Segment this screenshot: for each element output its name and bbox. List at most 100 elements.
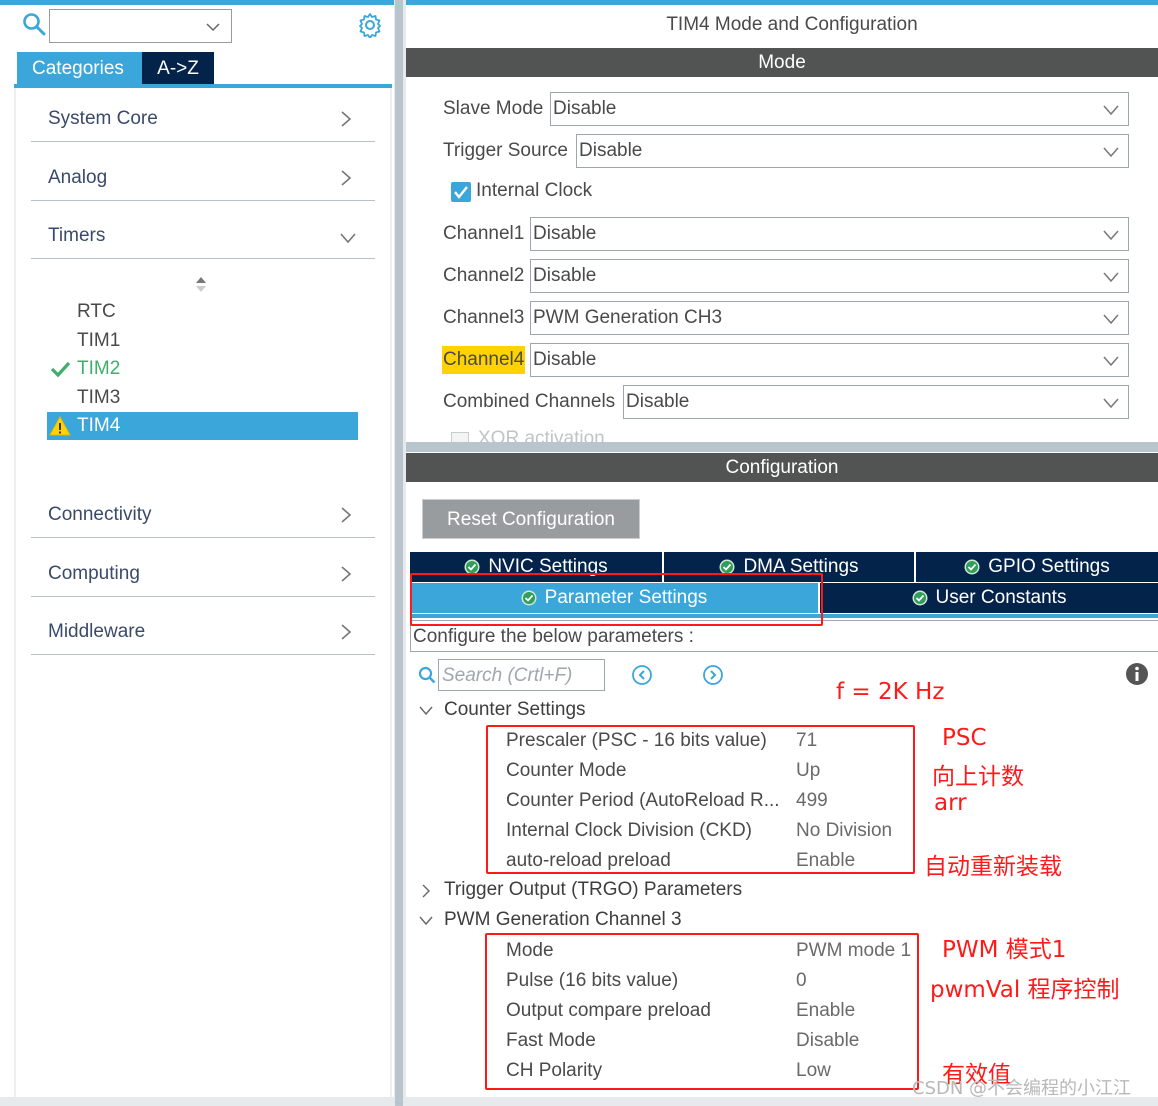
- chevron-down-icon: [1103, 398, 1119, 409]
- param-name: Fast Mode: [506, 1030, 596, 1051]
- param-value[interactable]: Up: [796, 760, 820, 782]
- category-system-core[interactable]: System Core: [31, 98, 375, 142]
- chevron-down-icon: [1103, 230, 1119, 241]
- info-icon[interactable]: [1125, 662, 1149, 686]
- trigger-source-select[interactable]: Disable: [576, 134, 1129, 168]
- chevron-down-icon: [419, 706, 433, 716]
- param-row[interactable]: CH Polarity Low: [506, 1058, 926, 1086]
- tab-categories[interactable]: Categories: [17, 52, 142, 85]
- channel4-select[interactable]: Disable: [530, 343, 1129, 377]
- timer-label: TIM1: [77, 330, 121, 351]
- channel2-select[interactable]: Disable: [530, 259, 1129, 293]
- channel3-select[interactable]: PWM Generation CH3: [530, 301, 1129, 335]
- configure-hint-box: Configure the below parameters :: [410, 620, 1158, 652]
- section-divider[interactable]: [406, 442, 1158, 452]
- param-row[interactable]: Pulse (16 bits value) 0: [506, 968, 926, 996]
- trigger-source-row: Trigger Source Disable: [443, 134, 1129, 168]
- param-row[interactable]: Prescaler (PSC - 16 bits value) 71: [506, 728, 926, 756]
- param-name: Mode: [506, 940, 554, 961]
- check-circle-icon: [964, 559, 980, 575]
- category-middleware[interactable]: Middleware: [31, 611, 375, 655]
- select-value: Disable: [533, 265, 597, 286]
- check-circle-icon: [719, 559, 735, 575]
- param-row[interactable]: Output compare preload Enable: [506, 998, 926, 1026]
- param-row[interactable]: Counter Period (AutoReload R... 499: [506, 788, 926, 816]
- mode-section-header[interactable]: Mode: [406, 48, 1158, 77]
- param-row[interactable]: Mode PWM mode 1: [506, 938, 926, 966]
- category-label: Analog: [48, 167, 108, 188]
- param-row[interactable]: auto-reload preload Enable: [506, 848, 926, 876]
- config-tabs-row1: NVIC Settings DMA Settings GPIO Settings: [410, 552, 1158, 582]
- chevron-right-icon: [341, 507, 352, 523]
- check-circle-icon: [521, 590, 537, 606]
- previous-icon[interactable]: [631, 664, 653, 686]
- slave-mode-label: Slave Mode: [443, 98, 544, 119]
- tab-gpio-settings[interactable]: GPIO Settings: [916, 552, 1158, 582]
- tab-label: DMA Settings: [743, 556, 859, 577]
- next-icon[interactable]: [702, 664, 724, 686]
- param-value[interactable]: No Division: [796, 820, 892, 842]
- left-bottom-border: [0, 1097, 394, 1106]
- tab-dma-settings[interactable]: DMA Settings: [664, 552, 916, 582]
- select-value: Disable: [579, 140, 643, 161]
- chevron-down-icon: [1103, 147, 1119, 158]
- param-value[interactable]: Enable: [796, 850, 855, 872]
- param-value[interactable]: 499: [796, 790, 828, 812]
- timer-item-tim2[interactable]: TIM2: [47, 355, 358, 383]
- tab-nvic-settings[interactable]: NVIC Settings: [410, 552, 664, 582]
- stm32cubemx-window: Categories A->Z System Core Analog Timer…: [0, 0, 1158, 1106]
- search-icon[interactable]: [22, 12, 46, 36]
- category-computing[interactable]: Computing: [31, 553, 375, 597]
- tab-parameter-settings[interactable]: Parameter Settings: [410, 583, 820, 613]
- param-value[interactable]: 71: [796, 730, 817, 752]
- param-name: Internal Clock Division (CKD): [506, 820, 753, 841]
- category-timers[interactable]: Timers: [31, 215, 375, 259]
- param-value[interactable]: Low: [796, 1060, 831, 1082]
- chevron-down-icon[interactable]: [205, 19, 221, 35]
- param-name: Pulse (16 bits value): [506, 970, 679, 991]
- peripheral-search-combo[interactable]: [49, 9, 232, 43]
- param-name: auto-reload preload: [506, 850, 671, 871]
- parameter-search-input[interactable]: Search (Crtl+F): [438, 659, 605, 691]
- param-row[interactable]: Fast Mode Disable: [506, 1028, 926, 1056]
- tab-user-constants[interactable]: User Constants: [820, 583, 1158, 613]
- param-value[interactable]: 0: [796, 970, 807, 992]
- xor-activation-label: XOR activation: [478, 428, 605, 442]
- timer-item-tim1[interactable]: TIM1: [47, 327, 358, 355]
- channel1-row: Channel1 Disable: [443, 217, 1129, 251]
- param-value[interactable]: PWM mode 1: [796, 940, 911, 962]
- category-analog[interactable]: Analog: [31, 157, 375, 201]
- select-value: Disable: [553, 98, 617, 119]
- chevron-down-icon: [1103, 105, 1119, 116]
- tab-a-to-z[interactable]: A->Z: [142, 52, 214, 85]
- configuration-section-header[interactable]: Configuration: [406, 453, 1158, 482]
- panel-splitter[interactable]: [394, 0, 406, 1106]
- timer-item-rtc[interactable]: RTC: [47, 298, 358, 326]
- channel1-select[interactable]: Disable: [530, 217, 1129, 251]
- timer-label: TIM4: [77, 415, 121, 436]
- annotation-pwm-mode: PWM 模式1: [942, 937, 1067, 963]
- param-row[interactable]: Counter Mode Up: [506, 758, 926, 786]
- timer-item-tim4[interactable]: TIM4: [47, 412, 358, 440]
- group-label: PWM Generation Channel 3: [444, 909, 682, 930]
- slave-mode-select[interactable]: Disable: [550, 92, 1129, 126]
- param-row[interactable]: Internal Clock Division (CKD) No Divisio…: [506, 818, 926, 846]
- select-value: Disable: [626, 391, 690, 412]
- reset-configuration-button[interactable]: Reset Configuration: [422, 499, 640, 539]
- tab-label: Parameter Settings: [544, 587, 708, 608]
- timer-item-tim3[interactable]: TIM3: [47, 384, 358, 412]
- param-name: CH Polarity: [506, 1060, 603, 1081]
- param-value[interactable]: Enable: [796, 1000, 855, 1022]
- internal-clock-checkbox[interactable]: [451, 182, 471, 202]
- combined-channels-label: Combined Channels: [443, 391, 616, 412]
- chevron-right-icon: [341, 566, 352, 582]
- combined-channels-select[interactable]: Disable: [623, 385, 1129, 419]
- sort-icon[interactable]: [194, 275, 208, 295]
- channel4-label: Channel4: [442, 346, 526, 374]
- splitter-handle[interactable]: [395, 0, 403, 1106]
- gear-icon[interactable]: [357, 12, 383, 38]
- chevron-down-icon: [1103, 272, 1119, 283]
- search-icon[interactable]: [418, 666, 436, 684]
- param-value[interactable]: Disable: [796, 1030, 859, 1052]
- category-connectivity[interactable]: Connectivity: [31, 494, 375, 538]
